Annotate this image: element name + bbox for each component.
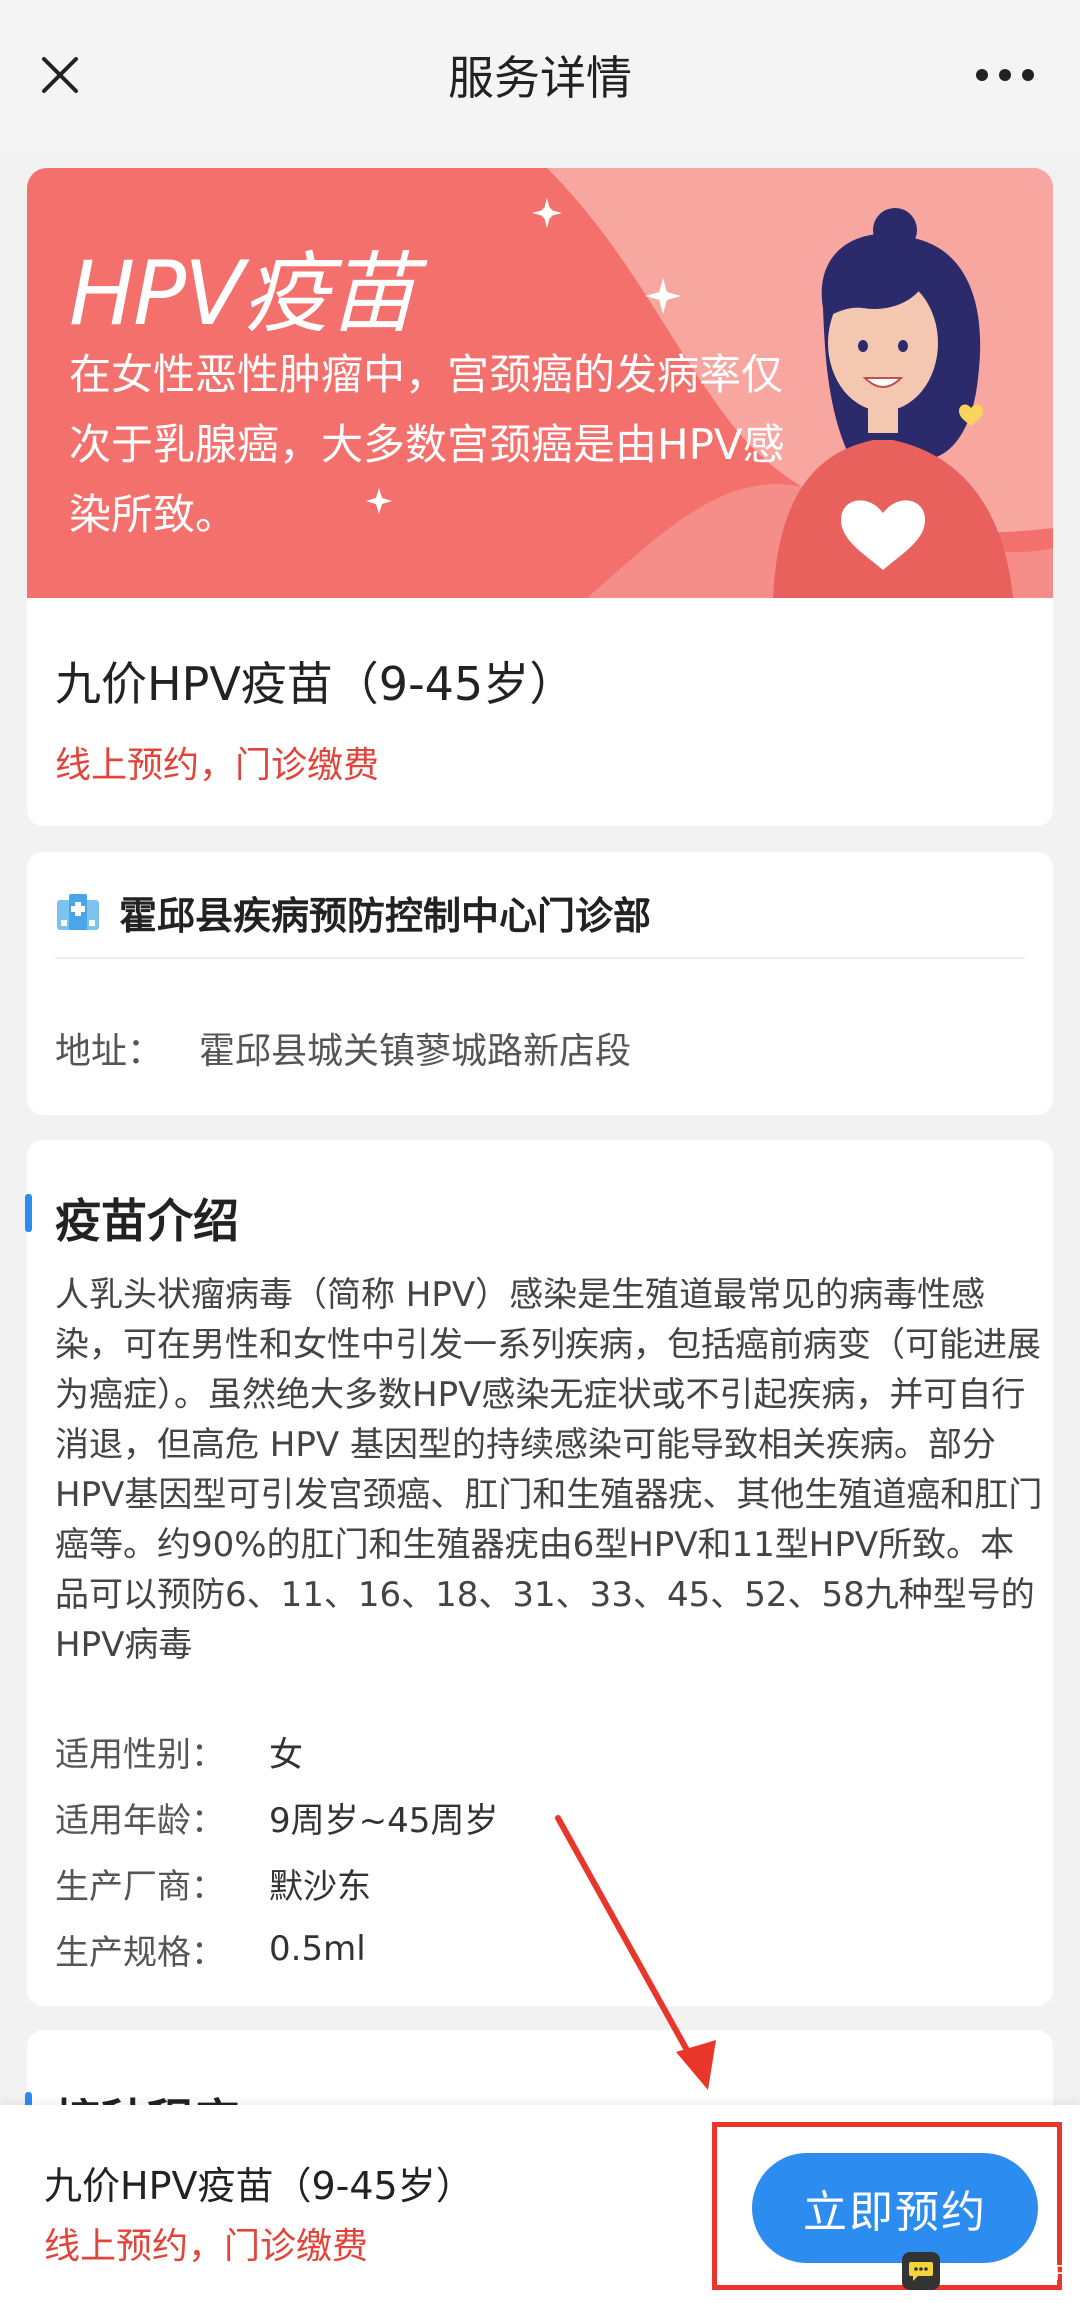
service-name: 九价HPV疫苗（9-45岁） <box>55 657 576 711</box>
page-title: 服务详情 <box>448 51 632 105</box>
spec-key: 生产规格： <box>55 1932 225 1973</box>
address-value: 霍邱县城关镇蓼城路新店段 <box>199 1031 632 1072</box>
bottom-service-name: 九价HPV疫苗（9-45岁） <box>44 2164 474 2208</box>
service-card: 九价HPV疫苗（9-45岁） 线上预约，门诊缴费 <box>27 598 1053 826</box>
service-tag: 线上预约，门诊缴费 <box>55 745 380 786</box>
spec-key: 适用性别： <box>55 1734 225 1775</box>
bottom-service-tag: 线上预约，门诊缴费 <box>44 2226 369 2267</box>
watermark-text: 霍邱论坛APP <box>948 2260 1066 2285</box>
spec-row: 适用性别： 女 <box>55 1718 498 1784</box>
address-label: 地址： <box>55 1031 164 1072</box>
hospital-card[interactable]: 霍邱县疾病预防控制中心门诊部 地址： 霍邱县城关镇蓼城路新店段 <box>27 852 1053 1115</box>
spec-list: 适用性别： 女 适用年龄： 9周岁~45周岁 生产厂商： 默沙东 生产规格： 0… <box>55 1718 498 1982</box>
banner-description: 在女性恶性肿瘤中，宫颈癌的发病率仅次于乳腺癌，大多数宫颈癌是由HPV感染所致。 <box>69 350 785 539</box>
spec-row: 生产规格： 0.5ml <box>55 1916 498 1982</box>
spec-key: 适用年龄： <box>55 1800 225 1841</box>
hospital-name: 霍邱县疾病预防控制中心门诊部 <box>119 893 652 938</box>
intro-text: 人乳头状瘤病毒（简称 HPV）感染是生殖道最常见的病毒性感染，可在男性和女性中引… <box>55 1275 1043 1665</box>
banner-title: HPV疫苗 <box>69 242 416 345</box>
watermark: 霍邱论坛APP <box>902 2250 1066 2292</box>
spec-value: 9周岁~45周岁 <box>269 1800 499 1841</box>
hospital-icon <box>57 894 99 930</box>
section-title: 疫苗介绍 <box>55 1194 239 1248</box>
section-accent-bar <box>25 1194 32 1232</box>
divider <box>55 957 1025 959</box>
spec-value: 默沙东 <box>269 1866 371 1907</box>
annotation-arrow <box>555 1815 716 2090</box>
spec-value: 0.5ml <box>269 1929 366 1969</box>
more-icon[interactable] <box>970 55 1040 95</box>
chat-bubble-icon <box>902 2252 940 2290</box>
spec-value: 女 <box>269 1734 303 1775</box>
spec-row: 适用年龄： 9周岁~45周岁 <box>55 1784 498 1850</box>
hpv-banner: HPV疫苗 在女性恶性肿瘤中，宫颈癌的发病率仅次于乳腺癌，大多数宫颈癌是由HPV… <box>27 168 1053 598</box>
spec-row: 生产厂商： 默沙东 <box>55 1850 498 1916</box>
address-row: 地址： 霍邱县城关镇蓼城路新店段 <box>55 1022 631 1074</box>
hospital-row: 霍邱县疾病预防控制中心门诊部 <box>55 882 651 942</box>
nav-bar: 服务详情 <box>0 0 1080 150</box>
close-icon[interactable] <box>30 45 90 105</box>
spec-key: 生产厂商： <box>55 1866 225 1907</box>
